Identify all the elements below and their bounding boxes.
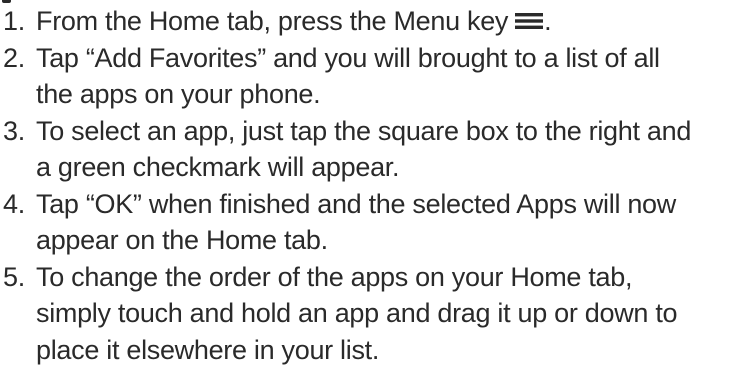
instruction-steps: 1. From the Home tab, press the Menu key…	[0, 3, 751, 368]
menu-icon	[515, 12, 544, 29]
step-text-line: To change the order of the apps on your …	[36, 261, 633, 292]
step-text-line: a green checkmark will appear.	[36, 152, 400, 182]
step-text: Tap “Add Favorites” and you will brought…	[36, 40, 751, 113]
step-text: To change the order of the apps on your …	[36, 259, 751, 369]
step-number: 4.	[3, 188, 25, 219]
step-text: From the Home tab, press the Menu key.	[36, 3, 751, 40]
step-item: 3. To select an app, just tap the square…	[0, 113, 751, 186]
step-item: 1. From the Home tab, press the Menu key…	[0, 3, 751, 40]
step-text-line: From the Home tab, press the Menu key	[36, 6, 509, 36]
step-number: 5.	[3, 261, 25, 292]
step-item: 2. Tap “Add Favorites” and you will brou…	[0, 40, 751, 113]
step-item: 5. To change the order of the apps on yo…	[0, 259, 751, 369]
step-text-line: To select an app, just tap the square bo…	[36, 115, 692, 146]
step-text: To select an app, just tap the square bo…	[36, 113, 751, 186]
step-text-line: Tap “OK” when finished and the selected …	[36, 188, 676, 219]
step-text-line: place it elsewhere in your list.	[36, 334, 380, 365]
step-text-line: Tap “Add Favorites” and you will brought…	[36, 42, 660, 73]
step-number: 3.	[3, 115, 25, 146]
step-text-line: appear on the Home tab.	[36, 225, 328, 255]
step-item: 4. Tap “OK” when finished and the select…	[0, 186, 751, 259]
step-text-period: .	[544, 6, 552, 36]
step-text: Tap “OK” when finished and the selected …	[36, 186, 751, 259]
step-number: 1.	[3, 6, 25, 36]
step-text-line: simply touch and hold an app and drag it…	[36, 298, 678, 328]
step-number: 2.	[3, 42, 25, 73]
step-text-line: the apps on your phone.	[36, 79, 321, 109]
